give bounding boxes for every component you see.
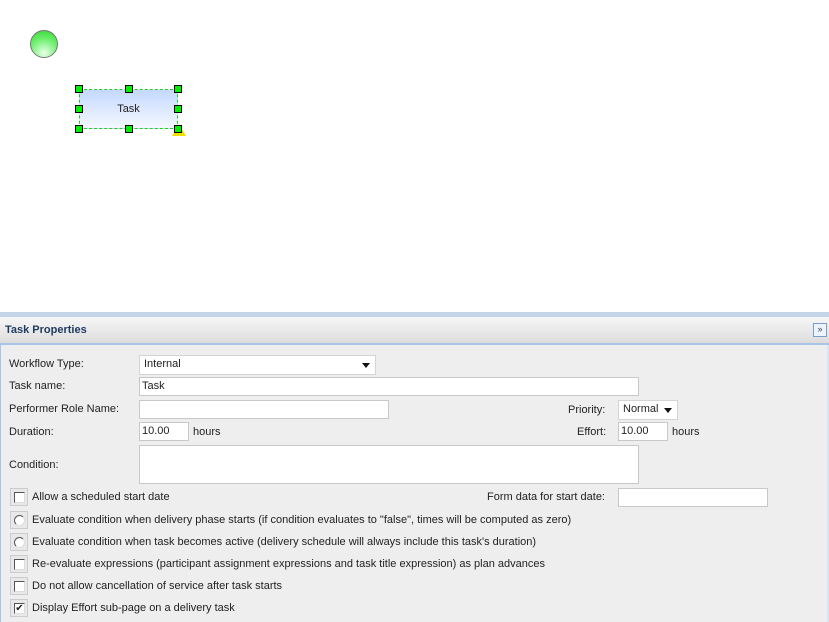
task-node-label: Task <box>117 103 140 115</box>
option-label: Evaluate condition when delivery phase s… <box>32 514 571 526</box>
task-properties-panel: Workflow Type: Internal Task name: Task … <box>0 345 829 622</box>
resize-handle[interactable] <box>75 125 83 133</box>
panel-title: Task Properties <box>5 324 87 336</box>
option-label: Do not allow cancellation of service aft… <box>32 580 282 592</box>
re-evaluate-expressions-checkbox[interactable] <box>10 555 28 573</box>
effort-input[interactable]: 10.00 <box>618 422 668 441</box>
resize-handle[interactable] <box>125 125 133 133</box>
task-name-input[interactable]: Task <box>139 377 639 396</box>
workflow-type-value: Internal <box>144 358 181 370</box>
workflow-type-label: Workflow Type: <box>9 358 84 370</box>
resize-handle[interactable] <box>174 105 182 113</box>
checkbox-box <box>14 581 25 592</box>
chevron-down-icon <box>664 408 672 413</box>
evaluate-task-active-radio[interactable] <box>10 533 28 551</box>
evaluate-phase-start-radio[interactable] <box>10 511 28 529</box>
panel-header: Task Properties » <box>0 317 829 345</box>
form-data-input[interactable] <box>618 488 768 507</box>
task-name-label: Task name: <box>9 380 65 392</box>
checkbox-box <box>14 559 25 570</box>
option-label: Re-evaluate expressions (participant ass… <box>32 558 545 570</box>
performer-role-input[interactable] <box>139 400 389 419</box>
priority-label: Priority: <box>568 404 605 416</box>
performer-role-label: Performer Role Name: <box>9 403 119 415</box>
resize-handle[interactable] <box>174 85 182 93</box>
start-event-node[interactable] <box>30 30 58 58</box>
workflow-type-select[interactable]: Internal <box>139 355 376 375</box>
resize-handle[interactable] <box>75 85 83 93</box>
radio-circle <box>14 537 25 548</box>
form-data-label: Form data for start date: <box>487 491 605 503</box>
priority-select[interactable]: Normal <box>618 400 678 420</box>
option-label: Allow a scheduled start date <box>32 491 170 503</box>
checkmark-icon: ✔ <box>14 603 25 614</box>
duration-unit: hours <box>193 426 221 438</box>
task-node[interactable]: Task <box>79 89 178 129</box>
checkbox-box <box>14 492 25 503</box>
resize-handle[interactable] <box>174 125 182 133</box>
resize-handle[interactable] <box>125 85 133 93</box>
condition-label: Condition: <box>9 459 59 471</box>
effort-label: Effort: <box>577 426 606 438</box>
display-effort-checkbox[interactable]: ✔ <box>10 599 28 617</box>
condition-textarea[interactable] <box>139 445 639 484</box>
priority-value: Normal <box>623 403 658 415</box>
allow-scheduled-start-checkbox[interactable] <box>10 488 28 506</box>
duration-input[interactable]: 10.00 <box>139 422 189 441</box>
effort-unit: hours <box>672 426 700 438</box>
resize-handle[interactable] <box>75 105 83 113</box>
radio-circle <box>14 515 25 526</box>
duration-label: Duration: <box>9 426 54 438</box>
option-label: Display Effort sub-page on a delivery ta… <box>32 602 235 614</box>
chevron-down-icon <box>362 363 370 368</box>
no-cancellation-checkbox[interactable] <box>10 577 28 595</box>
option-label: Evaluate condition when task becomes act… <box>32 536 536 548</box>
collapse-icon[interactable]: » <box>813 323 827 337</box>
